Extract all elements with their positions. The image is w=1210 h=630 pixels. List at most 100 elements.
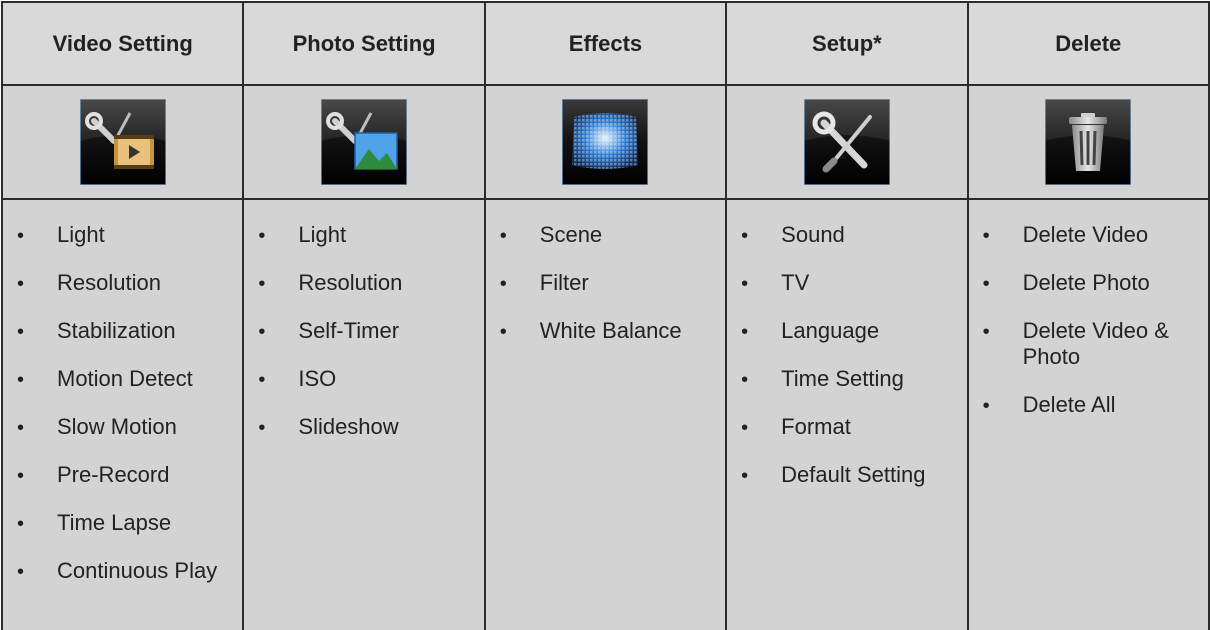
list-item-label: Delete All <box>1022 392 1116 417</box>
list-cell-delete: Delete Video Delete Photo Delete Video & P… <box>966 198 1210 630</box>
list-row: Light Resolution Stabilization Motion Detec… <box>0 198 1210 630</box>
bullet-icon <box>983 392 995 419</box>
list-item-label: TV <box>781 270 810 295</box>
list-item-label: ISO <box>298 366 337 391</box>
column-header-photo-setting: Photo Setting <box>242 1 486 86</box>
bullet-icon <box>17 366 29 393</box>
photo-setting-icon <box>321 99 408 185</box>
bullet-icon <box>983 270 995 297</box>
bullet-icon <box>17 318 29 345</box>
bullet-icon <box>983 222 995 249</box>
list-item: Delete Video <box>983 222 1208 248</box>
list-item-label: White Balance <box>539 318 682 343</box>
list-item: Delete All <box>983 392 1208 418</box>
bullet-icon <box>17 414 29 441</box>
list-item: Format <box>741 414 966 440</box>
bullet-icon <box>741 222 753 249</box>
icon-cell-photo-setting <box>242 84 486 200</box>
list-cell-video-setting: Light Resolution Stabilization Motion Detec… <box>0 198 245 630</box>
list-item: Slideshow <box>258 414 483 440</box>
list-item-label: Delete Video & Photo <box>1022 318 1169 369</box>
effects-list: Scene Filter White Balance <box>486 222 725 344</box>
column-header-setup: Setup* <box>725 1 969 86</box>
list-item: Slow Motion <box>17 414 242 440</box>
list-item-label: Format <box>781 414 851 439</box>
list-item: Language <box>741 318 966 344</box>
icon-cell-setup <box>725 84 969 200</box>
list-item-label: Delete Video <box>1022 222 1149 247</box>
bullet-icon <box>258 366 270 393</box>
delete-list: Delete Video Delete Photo Delete Video & P… <box>969 222 1208 418</box>
list-cell-photo-setting: Light Resolution Self-Timer ISO Slideshow <box>242 198 486 630</box>
bullet-icon <box>17 462 29 489</box>
bullet-icon <box>17 270 29 297</box>
list-item-label: Stabilization <box>57 318 176 343</box>
list-cell-setup: Sound TV Language Time Setting Format Default… <box>725 198 969 630</box>
bullet-icon <box>258 318 270 345</box>
bullet-icon <box>741 318 753 345</box>
list-item-label: Continuous Play <box>57 558 218 583</box>
effects-icon <box>562 99 649 185</box>
list-item: Default Setting <box>741 462 966 488</box>
bullet-icon <box>983 318 995 345</box>
video-setting-list: Light Resolution Stabilization Motion Detec… <box>3 222 242 584</box>
list-item-label: Language <box>781 318 880 343</box>
list-item: Time Setting <box>741 366 966 392</box>
list-cell-effects: Scene Filter White Balance <box>483 198 728 630</box>
icon-cell-delete <box>966 84 1210 200</box>
trash-icon <box>1045 99 1132 185</box>
list-item: Delete Photo <box>983 270 1208 296</box>
list-item-label: Self-Timer <box>298 318 400 343</box>
list-item: Stabilization <box>17 318 242 344</box>
menu-table: Video Setting Photo Setting Effects Setu… <box>0 1 1210 630</box>
bullet-icon <box>741 462 753 489</box>
header-row: Video Setting Photo Setting Effects Setu… <box>0 1 1210 86</box>
bullet-icon <box>500 222 512 249</box>
list-item: Sound <box>741 222 966 248</box>
list-item: Filter <box>500 270 725 296</box>
list-item: Scene <box>500 222 725 248</box>
list-item-label: Resolution <box>57 270 161 295</box>
icon-cell-video-setting <box>0 84 245 200</box>
bullet-icon <box>741 366 753 393</box>
setup-icon <box>803 99 890 185</box>
list-item-label: Light <box>298 222 347 247</box>
bullet-icon <box>17 510 29 537</box>
list-item-label: Default Setting <box>781 462 926 487</box>
bullet-icon <box>258 414 270 441</box>
list-item: ISO <box>258 366 483 392</box>
bullet-icon <box>258 270 270 297</box>
list-item: Time Lapse <box>17 510 242 536</box>
list-item: Continuous Play <box>17 558 242 584</box>
setup-list: Sound TV Language Time Setting Format Default… <box>727 222 966 488</box>
list-item: TV <box>741 270 966 296</box>
list-item: Light <box>17 222 242 248</box>
list-item: Pre-Record <box>17 462 242 488</box>
bullet-icon <box>17 222 29 249</box>
bullet-icon <box>258 222 270 249</box>
list-item-label: Slow Motion <box>57 414 177 439</box>
column-header-effects: Effects <box>483 1 728 86</box>
photo-setting-list: Light Resolution Self-Timer ISO Slideshow <box>244 222 483 440</box>
list-item-label: Motion Detect <box>57 366 193 391</box>
list-item-label: Delete Photo <box>1022 270 1150 295</box>
list-item-label: Pre-Record <box>57 462 170 487</box>
list-item: Resolution <box>258 270 483 296</box>
list-item: Self-Timer <box>258 318 483 344</box>
bullet-icon <box>741 414 753 441</box>
list-item-label: Light <box>57 222 105 247</box>
list-item: Resolution <box>17 270 242 296</box>
column-header-delete: Delete <box>966 1 1210 86</box>
list-item: White Balance <box>500 318 725 344</box>
column-header-video-setting: Video Setting <box>0 1 245 86</box>
list-item: Light <box>258 222 483 248</box>
bullet-icon <box>500 318 512 345</box>
bullet-icon <box>741 270 753 297</box>
list-item-label: Time Setting <box>781 366 904 391</box>
list-item-label: Sound <box>781 222 845 247</box>
bullet-icon <box>500 270 512 297</box>
list-item-label: Scene <box>539 222 603 247</box>
list-item-label: Resolution <box>298 270 403 295</box>
icon-cell-effects <box>483 84 728 200</box>
list-item: Motion Detect <box>17 366 242 392</box>
